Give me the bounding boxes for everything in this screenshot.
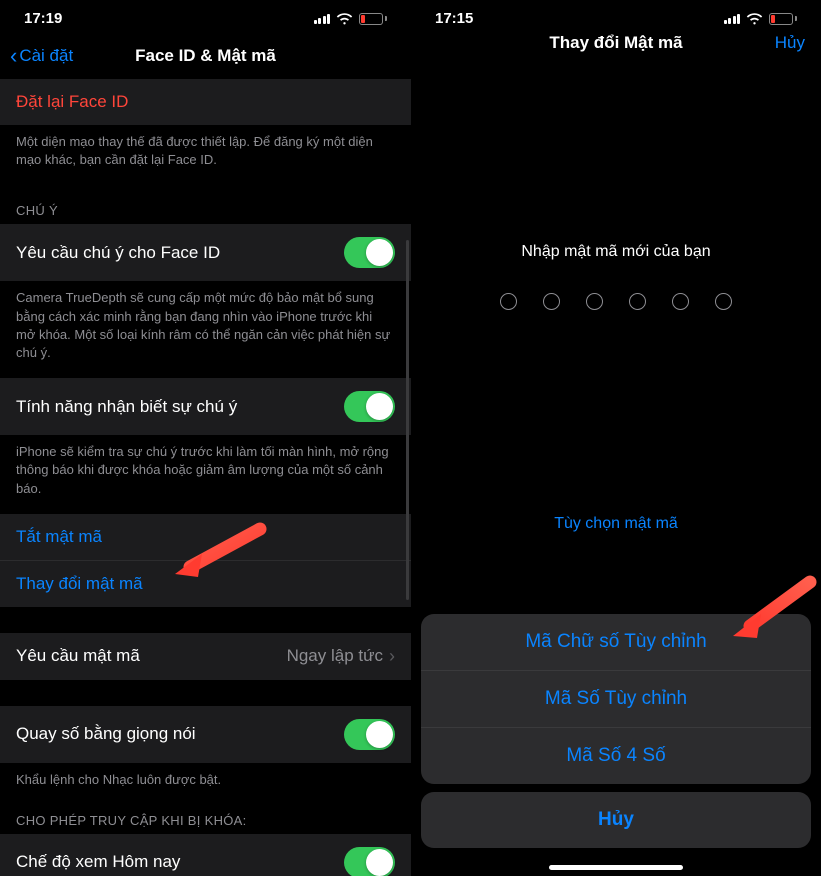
passcode-dot: [586, 293, 603, 310]
status-bar: 17:19: [0, 0, 411, 35]
require-passcode-value: Ngay lập tức: [287, 646, 383, 666]
settings-screen: 17:19 ‹ Cài đặt Face ID & Mật mã Đặt lại…: [0, 0, 411, 876]
scroll-indicator: [406, 240, 409, 600]
require-attention-row[interactable]: Yêu cầu chú ý cho Face ID: [0, 224, 411, 281]
annotation-arrow-left: [170, 519, 270, 579]
require-attention-footer: Camera TrueDepth sẽ cung cấp một mức độ …: [0, 281, 411, 378]
battery-icon: [359, 13, 387, 25]
attention-aware-label: Tính năng nhận biết sự chú ý: [16, 397, 237, 417]
require-attention-label: Yêu cầu chú ý cho Face ID: [16, 243, 220, 263]
status-bar: 17:15: [411, 0, 821, 35]
annotation-arrow-right: [725, 574, 821, 644]
attention-aware-toggle[interactable]: [344, 391, 395, 422]
passcode-screen: 17:15 Thay đổi Mật mã Hủy Nhập mật mã mớ…: [411, 0, 821, 876]
reset-faceid-footer: Một diện mạo thay thế đã được thiết lập.…: [0, 125, 411, 185]
back-button[interactable]: ‹ Cài đặt: [10, 43, 73, 69]
wifi-icon: [746, 13, 763, 25]
voice-dial-toggle[interactable]: [344, 719, 395, 750]
navigation-bar: ‹ Cài đặt Face ID & Mật mã: [0, 35, 411, 79]
page-title: Face ID & Mật mã: [135, 46, 276, 66]
require-passcode-row[interactable]: Yêu cầu mật mã Ngay lập tức ›: [0, 633, 411, 680]
passcode-options-link[interactable]: Tùy chọn mật mã: [411, 515, 821, 533]
today-view-toggle[interactable]: [344, 847, 395, 876]
status-indicators: [314, 13, 388, 25]
today-view-label: Chế độ xem Hôm nay: [16, 852, 180, 872]
action-sheet: Mã Chữ số Tùy chỉnh Mã Số Tùy chỉnh Mã S…: [421, 614, 811, 868]
status-time: 17:19: [24, 10, 62, 27]
change-passcode-label: Thay đổi mật mã: [16, 574, 143, 594]
passcode-dots: [411, 293, 821, 310]
require-attention-toggle[interactable]: [344, 237, 395, 268]
action-sheet-cancel[interactable]: Hủy: [421, 792, 811, 848]
attention-header: CHÚ Ý: [0, 185, 411, 224]
page-title: Thay đổi Mật mã: [549, 33, 682, 53]
attention-aware-row[interactable]: Tính năng nhận biết sự chú ý: [0, 378, 411, 435]
allow-access-header: CHO PHÉP TRUY CẬP KHI BỊ KHÓA:: [0, 795, 411, 834]
navigation-bar: Thay đổi Mật mã Hủy: [411, 35, 821, 53]
require-passcode-label: Yêu cầu mật mã: [16, 646, 140, 666]
passcode-dot: [715, 293, 732, 310]
wifi-icon: [336, 13, 353, 25]
option-numeric[interactable]: Mã Số Tùy chỉnh: [421, 671, 811, 728]
back-label: Cài đặt: [19, 46, 73, 66]
option-four-digit[interactable]: Mã Số 4 Số: [421, 728, 811, 784]
voice-dial-footer: Khẩu lệnh cho Nhạc luôn được bật.: [0, 763, 411, 795]
passcode-dot: [500, 293, 517, 310]
battery-icon: [769, 13, 797, 25]
reset-faceid-label: Đặt lại Face ID: [16, 92, 128, 112]
passcode-dot: [543, 293, 560, 310]
status-indicators: [724, 13, 798, 25]
chevron-left-icon: ‹: [10, 43, 17, 69]
enter-passcode-label: Nhập mật mã mới của bạn: [411, 243, 821, 261]
turn-off-passcode-label: Tắt mật mã: [16, 527, 102, 547]
cellular-signal-icon: [724, 14, 741, 24]
voice-dial-row[interactable]: Quay số bằng giọng nói: [0, 706, 411, 763]
chevron-right-icon: ›: [389, 646, 395, 667]
status-time: 17:15: [435, 10, 473, 27]
passcode-dot: [672, 293, 689, 310]
home-indicator[interactable]: [549, 865, 683, 870]
cellular-signal-icon: [314, 14, 331, 24]
reset-faceid-row[interactable]: Đặt lại Face ID: [0, 79, 411, 125]
voice-dial-label: Quay số bằng giọng nói: [16, 724, 196, 744]
passcode-dot: [629, 293, 646, 310]
today-view-row[interactable]: Chế độ xem Hôm nay: [0, 834, 411, 876]
cancel-button[interactable]: Hủy: [775, 33, 805, 53]
attention-aware-footer: iPhone sẽ kiểm tra sự chú ý trước khi là…: [0, 435, 411, 514]
